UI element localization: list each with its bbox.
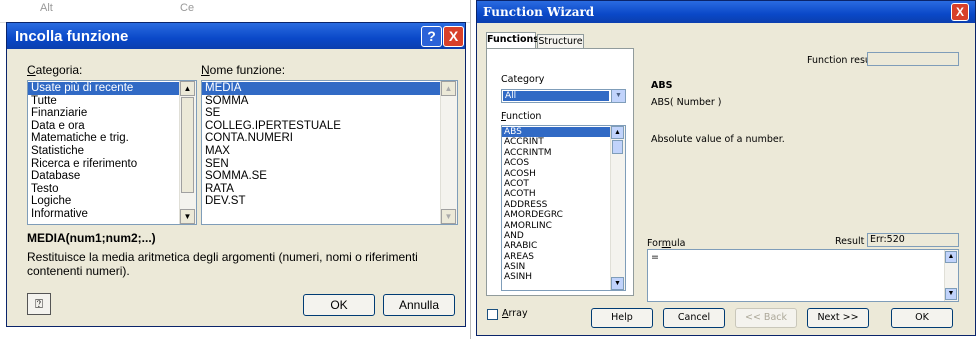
function-list-item[interactable]: COLLEG.IPERTESTUALE (202, 120, 441, 133)
category-list-item[interactable]: Data e ora (28, 120, 180, 133)
help-button[interactable]: ? (421, 26, 442, 47)
function-description: Absolute value of a number. (651, 134, 785, 145)
function-list-item[interactable]: ACOSH (502, 169, 611, 179)
question-mark-assistant-icon: ⍰ (35, 296, 43, 311)
category-select[interactable]: All ▼ (501, 89, 626, 103)
dialog-title: Function Wizard (483, 5, 595, 19)
background-text-fragment: Ce (180, 2, 195, 14)
ok-button[interactable]: OK (891, 308, 953, 328)
category-label: Categoria: (27, 63, 83, 77)
function-list-item[interactable]: AREAS (502, 252, 611, 262)
cancel-button[interactable]: Cancel (663, 308, 725, 328)
function-label: Function (501, 111, 542, 122)
scroll-thumb[interactable] (181, 97, 194, 193)
function-list-item[interactable]: SE (202, 107, 441, 120)
dialog-title: Incolla funzione (15, 28, 129, 45)
back-button[interactable]: << Back (735, 308, 797, 328)
function-list-item[interactable]: ASINH (502, 272, 611, 282)
category-list-item[interactable]: Database (28, 170, 180, 183)
function-description: Restituisce la media aritmetica degli ar… (27, 250, 418, 278)
paste-function-dialog: Incolla funzione ? X Categoria: Nome fun… (6, 22, 466, 327)
ok-button[interactable]: OK (303, 294, 375, 316)
function-result-field (867, 52, 959, 66)
cancel-button[interactable]: Annulla (383, 294, 455, 316)
function-scrollbar[interactable]: ▲ ▼ (610, 126, 625, 290)
function-name-heading: ABS (651, 80, 673, 91)
category-list-item[interactable]: Logiche (28, 195, 180, 208)
function-list-item[interactable]: ACCRINT (502, 137, 611, 147)
background-text-fragment: Alt (40, 2, 53, 14)
result-label: Result (835, 236, 865, 247)
formula-label: Formula (647, 238, 686, 249)
close-button[interactable]: X (951, 3, 969, 21)
category-value: All (503, 91, 609, 101)
category-list-item[interactable]: Tutte (28, 95, 180, 108)
function-name-listbox[interactable]: MEDIA SOMMA SE COLLEG.IPERTESTUALE CONTA.NUM… (201, 80, 458, 225)
formula-scrollbar[interactable]: ▲ ▼ (944, 250, 958, 301)
function-list-item[interactable]: CONTA.NUMERI (202, 132, 441, 145)
tab-functions[interactable]: Functions (486, 32, 539, 49)
function-list-item[interactable]: SEN (202, 158, 441, 171)
function-list-item[interactable]: ACCRINTM (502, 148, 611, 158)
function-syntax: MEDIA(num1;num2;...) (27, 231, 156, 245)
function-list-item[interactable]: SOMMA.SE (202, 170, 441, 183)
function-list-item[interactable]: MAX (202, 145, 441, 158)
category-listbox[interactable]: Usate più di recente Tutte Finanziarie Data… (27, 80, 197, 225)
scroll-up-icon[interactable]: ▲ (180, 81, 195, 96)
function-list-item[interactable]: RATA (202, 183, 441, 196)
scroll-up-icon[interactable]: ▲ (441, 81, 456, 96)
close-icon: X (955, 5, 964, 19)
function-list-item[interactable]: AMORLINC (502, 221, 611, 231)
category-list-item[interactable]: Matematiche e trig. (28, 132, 180, 145)
function-list-item[interactable]: MEDIA (202, 82, 441, 95)
help-button[interactable]: Help (591, 308, 653, 328)
function-list-item[interactable]: ACOS (502, 158, 611, 168)
function-list-item[interactable]: ASIN (502, 262, 611, 272)
scroll-down-icon[interactable]: ▼ (441, 209, 456, 224)
scroll-up-icon[interactable]: ▲ (611, 126, 624, 139)
result-field: Err:520 (867, 233, 959, 247)
function-list-item[interactable]: ACOT (502, 179, 611, 189)
office-assistant-button[interactable]: ⍰ (27, 293, 51, 315)
close-button[interactable]: X (443, 26, 464, 47)
category-list-item[interactable]: Statistiche (28, 145, 180, 158)
function-list-item[interactable]: ABS (502, 127, 611, 138)
array-label: Array (502, 308, 528, 319)
background-spreadsheet-strip: Alt Ce (0, 0, 470, 23)
chevron-down-icon[interactable]: ▼ (611, 90, 625, 102)
scroll-down-icon[interactable]: ▼ (180, 209, 195, 224)
formula-textarea[interactable]: = ▲ ▼ (647, 249, 959, 302)
function-listbox[interactable]: ABS ACCRINT ACCRINTM ACOS ACOSH ACOT ACOTH ADDR… (501, 125, 626, 291)
function-list-item[interactable]: SOMMA (202, 95, 441, 108)
scroll-thumb[interactable] (612, 140, 623, 154)
scroll-up-icon[interactable]: ▲ (945, 251, 957, 263)
category-list-item[interactable]: Finanziarie (28, 107, 180, 120)
category-list-item[interactable]: Testo (28, 183, 180, 196)
category-list-item[interactable]: Informative (28, 208, 180, 221)
category-label: Category (501, 74, 545, 85)
next-button[interactable]: Next >> (807, 308, 869, 328)
function-list-item[interactable]: ARABIC (502, 241, 611, 251)
close-icon: X (448, 28, 459, 44)
function-list-item[interactable]: ADDRESS (502, 200, 611, 210)
function-list-item[interactable]: AND (502, 231, 611, 241)
title-bar: Incolla funzione ? X (7, 23, 465, 49)
scroll-down-icon[interactable]: ▼ (945, 288, 957, 300)
title-bar: Function Wizard X (477, 1, 975, 23)
function-list-item[interactable]: DEV.ST (202, 195, 441, 208)
scroll-down-icon[interactable]: ▼ (611, 277, 624, 290)
function-scrollbar[interactable]: ▲ ▼ (440, 81, 457, 224)
array-checkbox[interactable] (487, 309, 498, 320)
category-list-item[interactable]: Ricerca e riferimento (28, 158, 180, 171)
divider (470, 0, 471, 339)
formula-text: = (651, 252, 659, 263)
function-syntax: ABS( Number ) (651, 97, 722, 108)
function-wizard-dialog: Function Wizard X Functions Structure Ca… (476, 0, 976, 336)
category-list-item[interactable]: Usate più di recente (28, 82, 180, 95)
function-list-item[interactable]: AMORDEGRC (502, 210, 611, 220)
category-scrollbar[interactable]: ▲ ▼ (179, 81, 196, 224)
function-name-label: Nome funzione: (201, 63, 286, 77)
function-list-item[interactable]: ACOTH (502, 189, 611, 199)
tab-structure[interactable]: Structure (537, 34, 584, 49)
